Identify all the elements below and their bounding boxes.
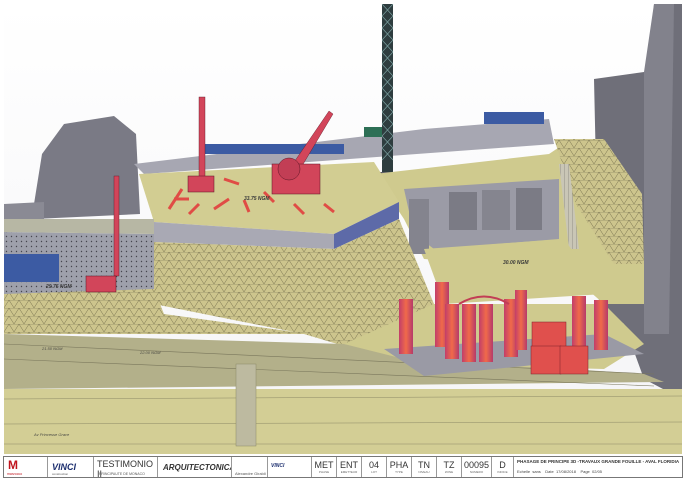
left-wall [4,219,154,299]
vinci-label: VINCI [52,462,77,472]
code-lot: 04 LOT [362,457,387,477]
code-numero: 00095 NUMERO [462,457,492,477]
upper-platform [139,162,399,249]
architect2-box: Alexandre Giraldi [232,457,268,477]
construction-3d-view [4,4,682,454]
vinci2-label: VINCI [271,463,285,469]
drawing-description: PHASAGE DE PRINCIPE 3D -TRAVAUX GRANDE F… [517,459,680,464]
architect2-name: Alexandre Giraldi [235,471,266,476]
level-label-upper: 33.75 NGM [244,196,270,202]
level-label-lower-mid: 22.00 NGM [140,350,161,355]
logo-sub: marzocco [7,472,23,476]
description-box: PHASAGE DE PRINCIPE 3D -TRAVAUX GRANDE F… [514,457,682,477]
level-label-right: 30.00 NGM [503,260,529,266]
code-indice: D INDICE [492,457,514,477]
marzocco-logo: M marzocco [4,457,48,477]
title-block: M marzocco VINCI construction TESTIMONIO… [3,456,683,478]
scale-value: sans [532,469,541,474]
meta-row: Echelle sans Date 17/08/2018 Page 02/05 [517,469,603,474]
logo-letters: M [8,458,18,472]
page-value: 02/05 [592,469,603,474]
code-niveau: TN NIVEAU [412,457,437,477]
code-type: PHA TYPE [387,457,412,477]
drawing-sheet: 33.75 NGM 29.75 NGM 30.00 NGM 21.50 NGM … [0,0,686,480]
vinci2-box: VINCI [268,457,312,477]
street-label: Av Princesse Grace [34,432,70,437]
level-label-lower-left: 21.50 NGM [42,346,63,351]
architect-box: ARQUITECTONICA [158,457,232,477]
vinci-sub: construction [52,472,69,476]
vinci-logo: VINCI construction [48,457,94,477]
date-value: 17/08/2018 [555,469,576,474]
architect-name: ARQUITECTONICA [163,463,232,472]
code-phase: MET PHASE [312,457,337,477]
project-sub: PRINCIPAUTE DE MONACO [99,472,145,476]
project-box: TESTIMONIO II PRINCIPAUTE DE MONACO [94,457,158,477]
level-label-left: 29.75 NGM [46,284,72,290]
code-zone: TZ ZONE [437,457,462,477]
code-emetteur: ENT EMETTEUR [337,457,362,477]
